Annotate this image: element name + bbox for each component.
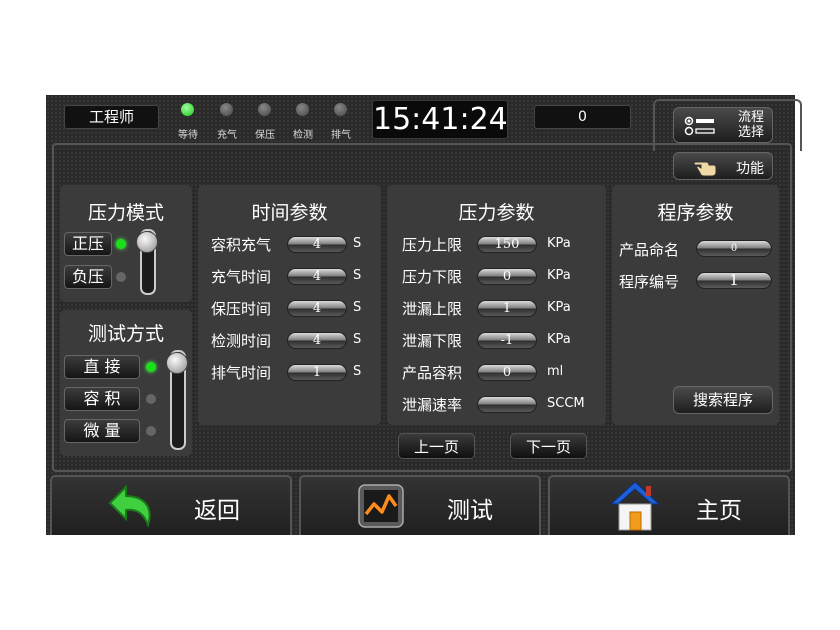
time-param-unit: S [353,300,362,315]
time-param-unit: S [353,364,362,379]
pressure-param-value-field[interactable]: 0 [477,268,537,285]
back-arrow-icon [108,484,151,529]
pressure-param-unit: ml [547,364,564,379]
time-params-title: 时间参数 [251,202,328,224]
direct-test-indicator [146,362,156,372]
pressure-param-value-field[interactable]: 1 [477,300,537,317]
time-param-unit: S [353,236,362,251]
clock: 15:41:24 [372,100,508,139]
program-number-field[interactable]: 1 [696,272,772,289]
program-number-label: 程序编号 [619,273,680,291]
slider-knob[interactable] [166,352,188,374]
micro-test-option[interactable]: 微 量 [64,419,140,443]
positive-pressure-option[interactable]: 正压 [64,232,112,256]
test-mode-slider[interactable] [166,350,188,450]
test-label: 测试 [447,498,493,524]
time-param-label: 充气时间 [211,268,272,286]
program-params-title: 程序参数 [657,202,734,224]
pressure-params-panel: 压力参数 压力上限 150 KPa 压力下限 0 KPa 泄漏上限 1 KPa 泄漏下限 -1 KPa… [387,185,606,425]
pressure-param-label: 泄漏上限 [402,300,463,318]
pressure-mode-slider[interactable] [136,229,158,295]
time-param-label: 保压时间 [211,300,272,318]
stage-label-1: 等待 [178,130,198,141]
stage-lamp-1 [181,103,194,116]
pressure-param-label: 压力下限 [402,268,463,286]
stage-label-3: 保压 [255,130,275,141]
volume-test-indicator [146,394,156,404]
negative-pressure-indicator [116,272,126,282]
home-button[interactable]: 主页 [548,475,790,535]
back-button[interactable]: 返回 [50,475,292,535]
pressure-param-unit: SCCM [547,396,585,411]
program-params-panel: 程序参数 产品命名 0 程序编号 1 搜索程序 [612,185,779,425]
volume-test-option[interactable]: 容 积 [64,387,140,411]
flow-select-button[interactable]: 流程 选择 [673,107,773,143]
pressure-param-unit: KPa [547,236,571,251]
back-label: 返回 [194,498,240,524]
flow-label-2: 选择 [737,125,764,140]
time-param-label: 检测时间 [211,332,272,350]
pressure-mode-panel: 压力模式 正压 负压 [60,185,192,302]
user-role: 工程师 [64,105,159,129]
toggle-list-icon [684,116,715,136]
pressure-param-label: 产品容积 [402,364,463,382]
pressure-param-unit: KPa [547,332,571,347]
time-param-unit: S [353,268,362,283]
chart-monitor-icon [358,484,404,528]
time-param-value-field[interactable]: 4 [287,332,347,349]
positive-pressure-indicator [116,239,126,249]
test-mode-title: 测试方式 [87,323,164,345]
next-page-button[interactable]: 下一页 [510,433,587,459]
stage-label-2: 充气 [217,130,237,141]
test-mode-panel: 测试方式 直 接 容 积 微 量 [60,310,192,456]
pressure-mode-title: 压力模式 [87,202,164,224]
pressure-param-unit: KPa [547,300,571,315]
time-param-unit: S [353,332,362,347]
test-button[interactable]: 测试 [299,475,541,535]
flow-label-1: 流程 [737,110,764,125]
product-name-label: 产品命名 [619,241,680,259]
pressure-param-unit: KPa [547,268,571,283]
pressure-param-value-field[interactable]: -1 [477,332,537,349]
counter-display: 0 [534,105,631,129]
micro-test-indicator [146,426,156,436]
home-icon [609,481,661,531]
slider-knob[interactable] [136,231,158,253]
time-param-label: 容积充气 [211,236,272,254]
stage-lamp-2 [220,103,233,116]
time-param-value-field[interactable]: 1 [287,364,347,381]
pressure-param-value-field[interactable] [477,396,537,413]
product-name-field[interactable]: 0 [696,240,772,257]
time-param-label: 排气时间 [211,364,272,382]
pressure-param-label: 泄漏下限 [402,332,463,350]
time-param-value-field[interactable]: 4 [287,268,347,285]
direct-test-option[interactable]: 直 接 [64,355,140,379]
search-program-button[interactable]: 搜索程序 [673,386,773,414]
pressure-params-title: 压力参数 [458,202,535,224]
stage-lamp-4 [296,103,309,116]
negative-pressure-option[interactable]: 负压 [64,265,112,289]
time-params-panel: 时间参数 容积充气 4 S 充气时间 4 S 保压时间 4 S 检测时间 4 S 排气时间 1 S [198,185,381,425]
prev-page-button[interactable]: 上一页 [398,433,475,459]
time-param-value-field[interactable]: 4 [287,300,347,317]
home-label: 主页 [696,498,742,524]
stage-lamp-5 [334,103,347,116]
time-param-value-field[interactable]: 4 [287,236,347,253]
hmi-screen: 工程师 等待 充气 保压 检测 排气 15:41:24 0 流程 选择 功能 压力模式 … [46,95,802,535]
pressure-param-value-field[interactable]: 0 [477,364,537,381]
stage-label-5: 排气 [331,130,351,141]
stage-label-4: 检测 [293,130,313,141]
pressure-param-label: 压力上限 [402,236,463,254]
stage-lamp-3 [258,103,271,116]
pressure-param-value-field[interactable]: 150 [477,236,537,253]
pressure-param-label: 泄漏速率 [402,396,463,414]
